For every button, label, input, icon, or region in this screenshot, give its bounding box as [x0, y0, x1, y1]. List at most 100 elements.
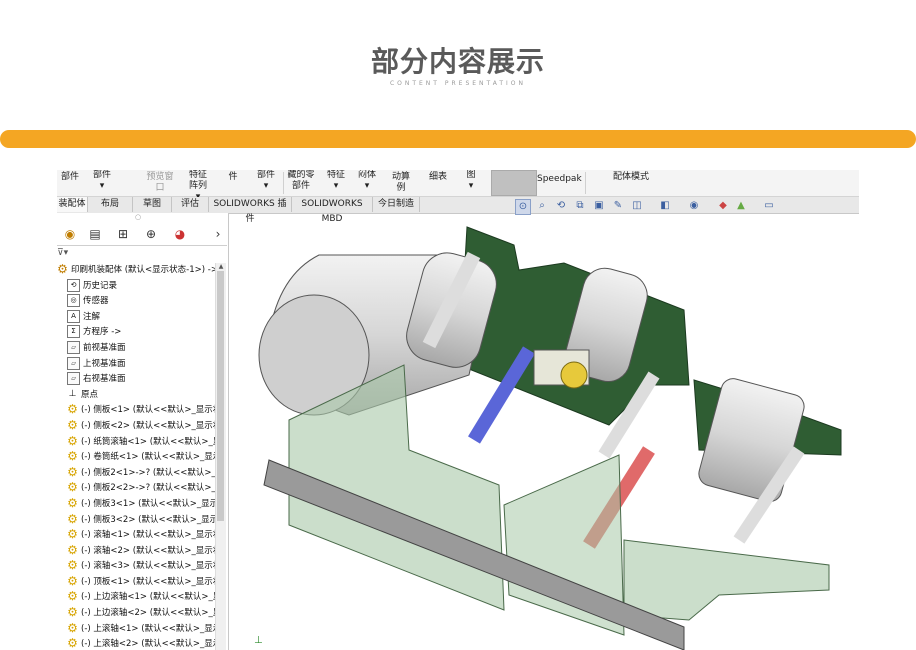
scrollbar-thumb[interactable] — [217, 271, 224, 521]
filter-bar[interactable]: ⊽▾ — [57, 248, 225, 262]
tree-item-label: 历史记录 — [83, 280, 118, 291]
panel-grip-icon[interactable]: ○ — [135, 213, 141, 221]
assembly-icon: ⚙ — [57, 263, 68, 276]
solidworks-window: 部件 部件▾ 预览窗口 特征阵列▾ 件 部件▾ 藏的零部件 特征▾ 闷体▾ 动算… — [57, 170, 859, 650]
scene-icon[interactable]: ▲ — [734, 199, 748, 213]
tree-item-label: 上视基准面 — [83, 358, 126, 369]
tree-item[interactable]: ⟲ 历史记录 — [57, 278, 215, 295]
tree-item[interactable]: ⚙ (-) 上滚轴<2> (默认<<默认>_显示 — [57, 637, 215, 650]
cmd-parts-3[interactable]: 部件 ▾ — [256, 170, 276, 192]
cmd-part[interactable]: 件 — [225, 172, 241, 183]
cmd-assembly-mode[interactable]: 配体模式 — [613, 172, 649, 183]
part-icon: ⚙ — [67, 496, 78, 510]
tree-item[interactable]: ⚙ (-) 侧板3<1> (默认<<默认>_显示状 — [57, 497, 215, 513]
annotation-icon: A — [67, 309, 80, 323]
tree-item-label: (-) 滚轴<1> (默认<<默认>_显示状 — [81, 530, 215, 541]
cmd-interference[interactable]: 闷体 ▾ — [357, 170, 377, 192]
feature-manager-tabs: ◉ ▤ ⊞ ⊕ ◕ › — [57, 223, 227, 246]
feature-manager: ○ ◉ ▤ ⊞ ⊕ ◕ › ⊽▾ ⚙ 印刷机装配体 (默认<显示状态-1>) ->… — [57, 213, 229, 650]
cmd-bom[interactable]: 细表 — [427, 172, 449, 183]
cmd-parts-1[interactable]: 部件 — [60, 172, 80, 183]
part-icon: ⚙ — [67, 450, 78, 464]
tree-item[interactable]: ⚙ (-) 纸筒滚轴<1> (默认<<默认>_显 — [57, 435, 215, 451]
cmd-drawing[interactable]: 图 ▾ — [462, 170, 480, 192]
tree-item-label: (-) 侧板<2> (默认<<默认>_显示状 — [81, 420, 215, 431]
history-icon: ⟲ — [67, 278, 80, 292]
display-style-icon[interactable]: ◧ — [658, 199, 672, 213]
tab-assembly[interactable]: 装配体 — [57, 197, 88, 212]
zoom-area-icon[interactable]: ⌕ — [535, 199, 549, 213]
property-manager-tab-icon[interactable]: ▤ — [84, 225, 106, 243]
cmd-hidden-parts[interactable]: 藏的零部件 — [286, 170, 316, 192]
configuration-manager-tab-icon[interactable]: ⊞ — [112, 225, 134, 243]
page-title: 部分内容展示 — [370, 45, 545, 78]
tree-item-label: (-) 滚轴<2> (默认<<默认>_显示状 — [81, 545, 215, 556]
tree-item[interactable]: ⚙ (-) 顶板<1> (默认<<默认>_显示状 — [57, 575, 215, 591]
previous-view-icon[interactable]: ⟲ — [554, 199, 568, 213]
tree-item[interactable]: ⚙ (-) 上边滚轴<2> (默认<<默认>_显 — [57, 606, 215, 622]
tree-item[interactable]: ⚙ (-) 侧板2<1>->? (默认<<默认>_显 — [57, 466, 215, 482]
section-view-icon[interactable]: ⧉ — [573, 199, 587, 213]
tree-root[interactable]: ⚙ 印刷机装配体 (默认<显示状态-1>) -> — [57, 263, 215, 279]
cmd-motion-study[interactable]: 动算例 — [388, 172, 414, 194]
tree-item[interactable]: ⚙ (-) 侧板<2> (默认<<默认>_显示状 — [57, 419, 215, 435]
plane-icon: ▱ — [67, 372, 80, 386]
graphics-viewport[interactable]: ⊥ — [229, 215, 859, 650]
tab-solidworks-addins[interactable]: SOLIDWORKS 插件 — [209, 197, 292, 224]
tab-evaluate[interactable]: 评估 — [172, 197, 209, 212]
zoom-to-fit-icon[interactable]: ⊙ — [515, 199, 531, 215]
appearance-icon[interactable]: ◆ — [716, 199, 730, 213]
tree-item[interactable]: A 注解 — [57, 309, 215, 326]
tree-item[interactable]: ⚙ (-) 侧板<1> (默认<<默认>_显示状 — [57, 403, 215, 419]
equation-icon: Σ — [67, 325, 80, 339]
part-icon: ⚙ — [67, 559, 78, 573]
view-orientation-icon[interactable]: ◫ — [630, 199, 644, 213]
tree-item[interactable]: ▱ 前视基准面 — [57, 340, 215, 357]
tree-item[interactable]: ⚙ (-) 卷筒纸<1> (默认<<默认>_显示 — [57, 450, 215, 466]
hide-show-icon[interactable]: ◉ — [687, 199, 701, 213]
cmd-placeholder — [491, 170, 537, 196]
glass-plate-3 — [623, 539, 830, 621]
part-icon: ⚙ — [67, 481, 78, 495]
tree-item-label: (-) 侧板3<2> (默认<<默认>_显示状 — [81, 514, 215, 525]
heads-up-toolbar: ⊙ ⌕ ⟲ ⧉ ▣ ✎ ◫ ◧ ◉ ◆ ▲ ▭ — [512, 198, 852, 216]
feature-tree-tab-icon[interactable]: ◉ — [59, 225, 81, 243]
display-manager-tab-icon[interactable]: ◕ — [169, 225, 191, 243]
tree-item[interactable]: ⚙ (-) 上滚轴<1> (默认<<默认>_显示 — [57, 622, 215, 638]
tree-scrollbar[interactable]: ▲ — [215, 263, 226, 650]
cmd-features[interactable]: 特征 ▾ — [326, 170, 346, 192]
tab-today-manufacturing[interactable]: 今日制造 — [373, 197, 420, 212]
tree-item-label: (-) 侧板<1> (默认<<默认>_显示状 — [81, 405, 215, 416]
dimxpert-tab-icon[interactable]: ⊕ — [140, 225, 162, 243]
tab-sketch[interactable]: 草图 — [133, 197, 172, 212]
chevron-right-icon[interactable]: › — [207, 225, 229, 243]
tree-item-label: (-) 侧板2<2>->? (默认<<默认>_显 — [81, 483, 215, 494]
dynamic-annotation-icon[interactable]: ▣ — [592, 199, 606, 213]
tree-item[interactable]: ⚙ (-) 滚轴<2> (默认<<默认>_显示状 — [57, 544, 215, 560]
page-subtitle: CONTENT PRESENTATION — [389, 80, 527, 87]
part-icon: ⚙ — [67, 403, 78, 417]
tree-item[interactable]: Σ 方程序 -> — [57, 325, 215, 341]
tree-item[interactable]: ◎ 传感器 — [57, 294, 215, 310]
filter-icon[interactable]: ⊽▾ — [57, 248, 68, 258]
tree-item[interactable]: ⚙ (-) 滚轴<3> (默认<<默认>_显示状 — [57, 559, 215, 575]
tab-layout[interactable]: 布局 — [88, 197, 133, 212]
tree-item[interactable]: ⊥ 原点 — [57, 388, 215, 404]
accent-bar — [0, 130, 916, 148]
tree-item[interactable]: ▱ 上视基准面 — [57, 356, 215, 373]
tree-item-label: (-) 上边滚轴<2> (默认<<默认>_显 — [81, 608, 215, 619]
tree-item[interactable]: ⚙ (-) 侧板3<2> (默认<<默认>_显示状 — [57, 513, 215, 529]
monitor-icon[interactable]: ▭ — [762, 199, 776, 213]
cmd-parts-2[interactable]: 部件 ▾ — [92, 170, 112, 192]
tree-item[interactable]: ⚙ (-) 滚轴<1> (默认<<默认>_显示状 — [57, 528, 215, 544]
tree-item[interactable]: ⚙ (-) 侧板2<2>->? (默认<<默认>_显 — [57, 481, 215, 497]
tree-item[interactable]: ▱ 右视基准面 — [57, 372, 215, 388]
part-icon: ⚙ — [67, 543, 78, 557]
tree-item[interactable]: ⚙ (-) 上边滚轴<1> (默认<<默认>_显 — [57, 590, 215, 606]
pen-icon[interactable]: ✎ — [611, 199, 625, 213]
cmd-preview-window[interactable]: 预览窗口 — [145, 172, 175, 194]
scroll-up-icon[interactable]: ▲ — [216, 263, 226, 271]
feature-tree: ⚙ 印刷机装配体 (默认<显示状态-1>) -> ⟲ 历史记录 ◎ 传感器 A 注解 Σ 方程序… — [57, 263, 215, 650]
cmd-speedpak[interactable]: Speedpak — [537, 174, 582, 185]
tab-solidworks-mbd[interactable]: SOLIDWORKS MBD — [292, 197, 373, 224]
